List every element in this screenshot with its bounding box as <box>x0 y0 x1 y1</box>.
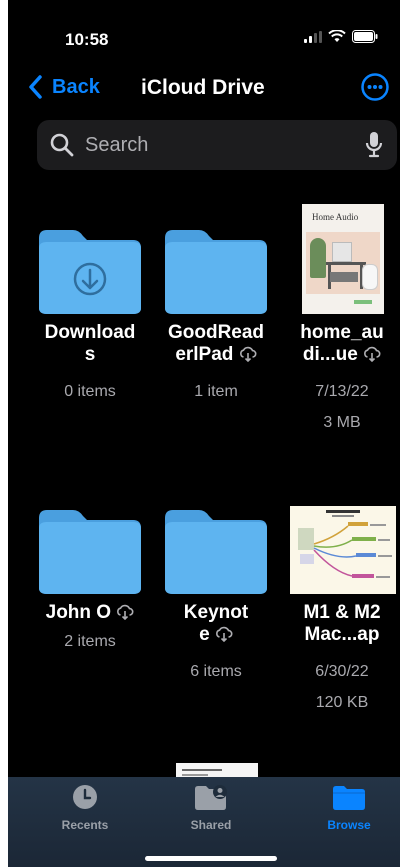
chevron-left-icon <box>29 75 42 99</box>
shared-folder-icon <box>195 785 227 810</box>
search-bar[interactable] <box>37 120 397 170</box>
phone-screen: 10:58 Back iCloud Drive Search Download … <box>8 0 400 867</box>
item-name: Keynot e <box>183 602 249 645</box>
page-title: iCloud Drive <box>141 76 265 99</box>
tab-recents[interactable]: Recents <box>40 783 130 832</box>
file-item-goodreader[interactable]: GoodRead erlPad 1 item <box>156 222 276 412</box>
file-item-m1-m2-map[interactable]: M1 & M2 Mac...ap 6/30/22 120 KB <box>282 502 400 722</box>
search-input[interactable] <box>83 132 357 158</box>
tab-label: Browse <box>327 818 371 832</box>
item-date: 6/30/22 <box>315 663 369 680</box>
microphone-icon[interactable] <box>365 131 383 159</box>
folder-icon <box>165 230 267 314</box>
document-thumbnail <box>290 506 396 594</box>
item-name: Download s <box>44 322 136 365</box>
tab-shared[interactable]: Shared <box>166 783 256 832</box>
file-item-keynote[interactable]: Keynot e 6 items <box>156 502 276 702</box>
tab-label: Shared <box>190 818 232 832</box>
item-name: GoodRead erlPad <box>167 322 265 365</box>
back-label: Back <box>52 75 100 98</box>
file-item-home-audio[interactable]: Home Audio home_au di...ue 7/13/22 3 MB <box>282 200 400 440</box>
cloud-download-icon <box>364 346 381 363</box>
more-options-icon[interactable] <box>360 72 390 102</box>
item-meta: 2 items <box>64 633 116 650</box>
clock-icon <box>73 785 97 809</box>
home-indicator[interactable] <box>145 856 277 861</box>
cloud-download-icon <box>239 346 257 363</box>
item-date: 7/13/22 <box>315 383 369 400</box>
cellular-signal-icon <box>304 30 322 43</box>
item-name: John O <box>27 602 153 624</box>
item-meta: 0 items <box>64 383 116 400</box>
cloud-download-icon <box>215 626 233 643</box>
item-size: 3 MB <box>323 414 361 431</box>
download-folder-icon <box>39 230 141 314</box>
mind-map-preview <box>298 510 392 578</box>
battery-icon <box>352 30 378 43</box>
file-item-downloads[interactable]: Download s 0 items <box>30 222 150 412</box>
item-size: 120 KB <box>315 694 369 711</box>
folder-icon <box>165 510 267 594</box>
status-time: 10:58 <box>65 30 109 49</box>
navigation-bar: Back iCloud Drive <box>8 72 400 112</box>
search-icon <box>50 133 74 157</box>
tab-browse[interactable]: Browse <box>304 783 394 832</box>
item-name: M1 & M2 Mac...ap <box>303 602 381 645</box>
file-item-john-o[interactable]: John O 2 items <box>30 502 150 672</box>
folder-icon <box>39 510 141 594</box>
back-button[interactable]: Back <box>28 74 100 100</box>
cloud-download-icon <box>117 604 134 621</box>
status-icons <box>304 30 378 43</box>
tab-bar: Recents Shared Browse <box>8 777 400 867</box>
document-thumbnail: Home Audio <box>302 204 384 314</box>
folder-icon <box>333 786 365 810</box>
item-meta: 1 item <box>194 383 238 400</box>
status-bar: 10:58 <box>8 0 400 72</box>
wifi-icon <box>328 30 346 42</box>
item-name: home_au di...ue <box>300 322 384 365</box>
tab-label: Recents <box>61 818 109 832</box>
item-meta: 6 items <box>190 663 242 680</box>
left-edge <box>0 0 8 867</box>
thumbnail-title: Home Audio <box>312 212 359 222</box>
